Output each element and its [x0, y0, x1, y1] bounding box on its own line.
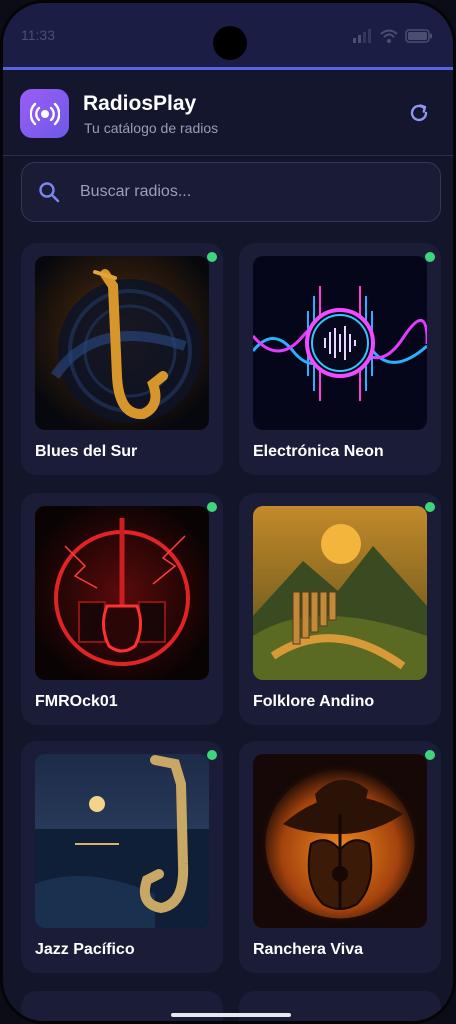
live-indicator — [207, 750, 217, 760]
refresh-icon — [410, 104, 428, 122]
wifi-icon — [380, 29, 398, 43]
station-card[interactable]: FMROck01 — [21, 493, 223, 725]
search-bar[interactable] — [21, 162, 441, 222]
refresh-button[interactable] — [407, 101, 431, 125]
station-name: Blues del Sur — [35, 443, 138, 460]
live-indicator — [207, 252, 217, 262]
live-indicator — [425, 750, 435, 760]
status-bar: 11:33 — [3, 3, 453, 69]
front-camera — [213, 26, 247, 60]
search-icon — [39, 182, 60, 203]
radio-broadcast-icon — [29, 102, 60, 125]
station-artwork — [35, 256, 209, 430]
app-subtitle: Tu catálogo de radios — [84, 120, 219, 136]
station-card[interactable]: Folklore Andino — [239, 493, 441, 725]
search-input[interactable] — [80, 183, 400, 201]
station-card-partial[interactable] — [239, 991, 441, 1021]
status-time: 11:33 — [21, 27, 55, 43]
station-name: Folklore Andino — [253, 693, 375, 710]
signal-icon — [353, 29, 371, 43]
station-artwork — [253, 256, 427, 430]
app-header: RadiosPlay Tu catálogo de radios — [3, 70, 453, 156]
phone-screen: 11:33 RadiosPlay Tu catálogo de radios B… — [0, 0, 456, 1024]
app-title: RadiosPlay — [83, 92, 197, 115]
battery-icon — [405, 29, 432, 43]
station-name: Electrónica Neon — [253, 443, 384, 460]
station-name: FMROck01 — [35, 693, 118, 710]
app-logo — [20, 89, 69, 138]
station-card[interactable]: Blues del Sur — [21, 243, 223, 475]
station-name: Ranchera Viva — [253, 941, 363, 958]
live-indicator — [425, 252, 435, 262]
home-indicator[interactable] — [171, 1013, 291, 1017]
station-name: Jazz Pacífico — [35, 941, 135, 958]
live-indicator — [425, 502, 435, 512]
status-icons — [353, 29, 433, 43]
station-artwork — [253, 754, 427, 928]
live-indicator — [207, 502, 217, 512]
station-artwork — [35, 506, 209, 680]
station-card[interactable]: Jazz Pacífico — [21, 741, 223, 973]
station-artwork — [35, 754, 209, 928]
station-card[interactable]: Electrónica Neon — [239, 243, 441, 475]
station-card-partial[interactable] — [21, 991, 223, 1021]
station-artwork — [253, 506, 427, 680]
station-card[interactable]: Ranchera Viva — [239, 741, 441, 973]
